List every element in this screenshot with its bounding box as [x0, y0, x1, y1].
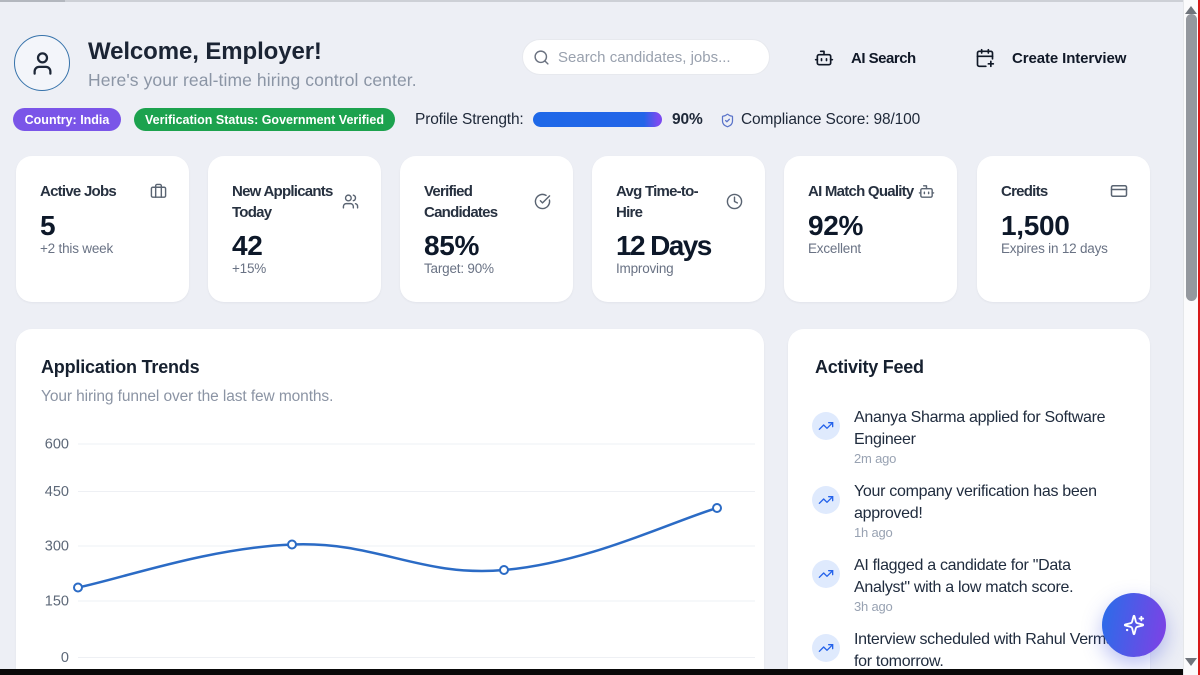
svg-text:300: 300 — [45, 539, 69, 555]
svg-text:600: 600 — [45, 437, 69, 453]
svg-text:150: 150 — [45, 594, 69, 610]
svg-text:0: 0 — [61, 650, 69, 666]
svg-text:450: 450 — [45, 484, 69, 500]
